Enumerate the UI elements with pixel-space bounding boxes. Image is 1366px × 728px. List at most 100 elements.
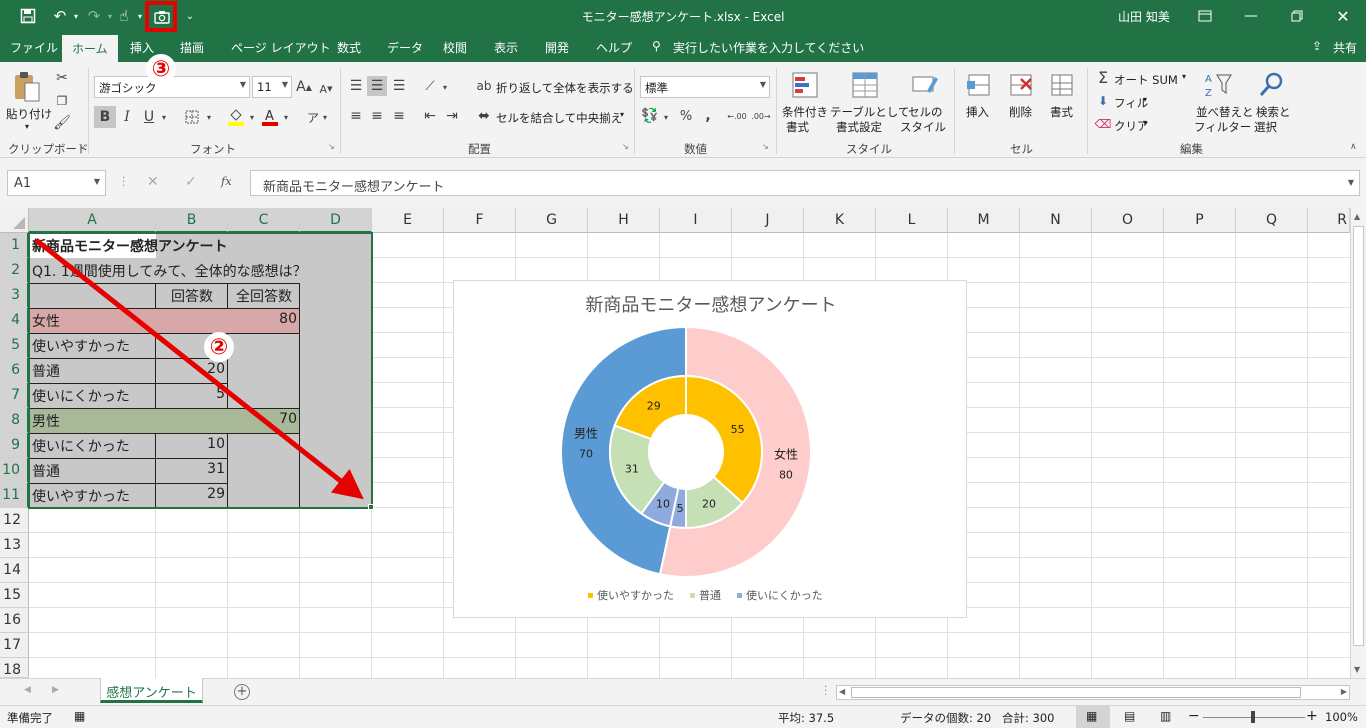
scroll-left-icon[interactable]: ◀ bbox=[839, 687, 845, 696]
cell-styles-icon[interactable] bbox=[910, 70, 940, 100]
align-top-icon[interactable]: ☰ bbox=[346, 76, 366, 96]
tab-data[interactable]: データ bbox=[387, 39, 423, 56]
orientation-icon[interactable]: ⟋ bbox=[420, 76, 440, 96]
scroll-down-icon[interactable]: ▼ bbox=[1354, 665, 1360, 674]
fill-color-icon[interactable] bbox=[226, 106, 246, 128]
tab-view[interactable]: 表示 bbox=[494, 39, 518, 56]
close-icon[interactable]: ✕ bbox=[1321, 4, 1365, 28]
comma-style-icon[interactable]: , bbox=[698, 106, 718, 126]
formula-input[interactable]: 新商品モニター感想アンケート ▼ bbox=[250, 170, 1360, 196]
fill-color-dropdown-icon[interactable]: ▾ bbox=[247, 108, 257, 126]
increase-indent-icon[interactable]: ⇥ bbox=[442, 106, 462, 126]
borders-icon[interactable] bbox=[182, 108, 202, 126]
borders-dropdown-icon[interactable]: ▾ bbox=[204, 108, 214, 126]
fill-dropdown-icon[interactable]: ▾ bbox=[1143, 95, 1147, 104]
cell-styles-label-1[interactable]: セルの bbox=[908, 104, 943, 120]
column-header-o[interactable]: O bbox=[1092, 208, 1164, 233]
enter-icon[interactable]: ✓ bbox=[185, 174, 197, 190]
row-header-14[interactable]: 14 bbox=[0, 558, 29, 583]
cancel-icon[interactable]: ✕ bbox=[147, 174, 159, 190]
sort-filter-label-2[interactable]: フィルター bbox=[1194, 119, 1251, 135]
insert-function-button[interactable]: fx bbox=[221, 174, 232, 188]
font-color-dropdown-icon[interactable]: ▾ bbox=[281, 108, 291, 126]
column-header-m[interactable]: M bbox=[948, 208, 1020, 233]
underline-button[interactable]: U bbox=[140, 106, 158, 128]
find-select-label-2[interactable]: 選択 bbox=[1254, 119, 1277, 135]
tell-me-search-icon[interactable]: ⚲ bbox=[652, 39, 661, 53]
format-painter-icon[interactable]: 🖌 bbox=[53, 115, 71, 131]
phonetic-dropdown-icon[interactable]: ▾ bbox=[320, 108, 330, 126]
collapse-ribbon-icon[interactable]: ∧ bbox=[1350, 142, 1357, 152]
underline-dropdown-icon[interactable]: ▾ bbox=[159, 108, 169, 126]
restore-icon[interactable] bbox=[1275, 4, 1319, 28]
tab-file[interactable]: ファイル bbox=[10, 39, 58, 56]
scroll-tabs-right-icon[interactable]: ▶ bbox=[52, 685, 59, 695]
merge-center-button[interactable]: セルを結合して中央揃え bbox=[496, 110, 622, 126]
scroll-right-icon[interactable]: ▶ bbox=[1341, 687, 1347, 696]
currency-dropdown-icon[interactable]: ▾ bbox=[661, 108, 671, 126]
align-right-icon[interactable]: ≡ bbox=[389, 106, 409, 126]
vertical-scroll-thumb[interactable] bbox=[1353, 226, 1364, 646]
clear-dropdown-icon[interactable]: ▾ bbox=[1143, 118, 1147, 127]
number-launcher-icon[interactable]: ↘ bbox=[762, 142, 769, 151]
decrease-decimal-icon[interactable]: .00→ bbox=[750, 106, 772, 126]
page-break-view-icon[interactable]: ▥ bbox=[1160, 709, 1171, 723]
sort-filter-icon[interactable]: AZ bbox=[1202, 70, 1234, 100]
share-button[interactable]: 共有 bbox=[1333, 39, 1357, 56]
delete-cells-button[interactable]: 削除 bbox=[1009, 104, 1032, 120]
format-as-table-icon[interactable] bbox=[850, 70, 880, 100]
percent-button[interactable]: % bbox=[676, 106, 696, 126]
scroll-tabs-left-icon[interactable]: ◀ bbox=[24, 685, 31, 695]
column-header-j[interactable]: J bbox=[732, 208, 804, 233]
format-cells-button[interactable]: 書式 bbox=[1050, 104, 1073, 120]
share-icon[interactable]: ⇪ bbox=[1312, 39, 1322, 53]
column-header-r[interactable]: R bbox=[1308, 208, 1350, 233]
row-header-16[interactable]: 16 bbox=[0, 608, 29, 633]
eraser-icon[interactable]: ⌫ bbox=[1095, 116, 1112, 132]
cut-icon[interactable]: ✂ bbox=[54, 70, 70, 86]
column-header-g[interactable]: G bbox=[516, 208, 588, 233]
tab-help[interactable]: ヘルプ bbox=[596, 39, 632, 56]
decrease-font-size-icon[interactable]: A ▼ bbox=[318, 80, 334, 98]
column-header-n[interactable]: N bbox=[1020, 208, 1092, 233]
column-header-h[interactable]: H bbox=[588, 208, 660, 233]
alignment-launcher-icon[interactable]: ↘ bbox=[622, 142, 629, 151]
copy-icon[interactable]: ❐ bbox=[54, 93, 70, 109]
align-middle-icon[interactable]: ☰ bbox=[367, 76, 387, 96]
increase-font-size-icon[interactable]: A ▲ bbox=[296, 78, 312, 96]
tab-page-layout[interactable]: ページ レイアウト bbox=[231, 39, 331, 56]
horizontal-scroll-thumb[interactable] bbox=[851, 687, 1301, 698]
status-sum[interactable]: 合計: 300 bbox=[1002, 710, 1054, 726]
font-name-combo[interactable]: 游ゴシック ▼ bbox=[94, 76, 250, 98]
status-count[interactable]: データの個数: 20 bbox=[900, 710, 991, 726]
column-header-l[interactable]: L bbox=[876, 208, 948, 233]
tab-home[interactable]: ホーム bbox=[62, 35, 118, 62]
row-header-15[interactable]: 15 bbox=[0, 583, 29, 608]
orientation-dropdown-icon[interactable]: ▾ bbox=[440, 78, 450, 96]
font-launcher-icon[interactable]: ↘ bbox=[328, 142, 335, 151]
zoom-slider-thumb[interactable] bbox=[1251, 711, 1255, 723]
column-header-q[interactable]: Q bbox=[1236, 208, 1308, 233]
bold-button[interactable]: B bbox=[94, 106, 116, 128]
zoom-out-icon[interactable]: − bbox=[1188, 708, 1200, 724]
font-color-icon[interactable]: A bbox=[260, 106, 280, 128]
clipboard-launcher-icon[interactable]: ↘ bbox=[78, 142, 85, 151]
increase-decimal-icon[interactable]: ←.00 bbox=[726, 106, 748, 126]
zoom-in-icon[interactable]: + bbox=[1306, 708, 1318, 724]
user-name[interactable]: 山田 知美 bbox=[1118, 8, 1170, 25]
find-select-label-1[interactable]: 検索と bbox=[1256, 104, 1291, 120]
merge-center-icon[interactable]: ⬌ bbox=[474, 106, 494, 126]
macro-record-icon[interactable]: ▦ bbox=[74, 709, 85, 723]
wrap-text-icon[interactable]: ab bbox=[474, 76, 494, 96]
worksheet-grid[interactable]: A B C D E F G H I J K L M N O P Q R 1 2 … bbox=[0, 208, 1350, 678]
paste-dropdown-icon[interactable]: ▾ bbox=[25, 122, 29, 131]
format-as-table-label-1[interactable]: テーブルとして bbox=[830, 104, 909, 120]
page-layout-view-icon[interactable]: ▤ bbox=[1124, 709, 1135, 723]
insert-cells-icon[interactable] bbox=[964, 70, 994, 100]
italic-button[interactable]: I bbox=[118, 106, 136, 128]
minimize-icon[interactable]: — bbox=[1229, 4, 1273, 28]
paste-icon[interactable] bbox=[11, 70, 43, 104]
column-header-p[interactable]: P bbox=[1164, 208, 1236, 233]
tab-review[interactable]: 校閲 bbox=[443, 39, 467, 56]
row-header-18[interactable]: 18 bbox=[0, 658, 29, 678]
